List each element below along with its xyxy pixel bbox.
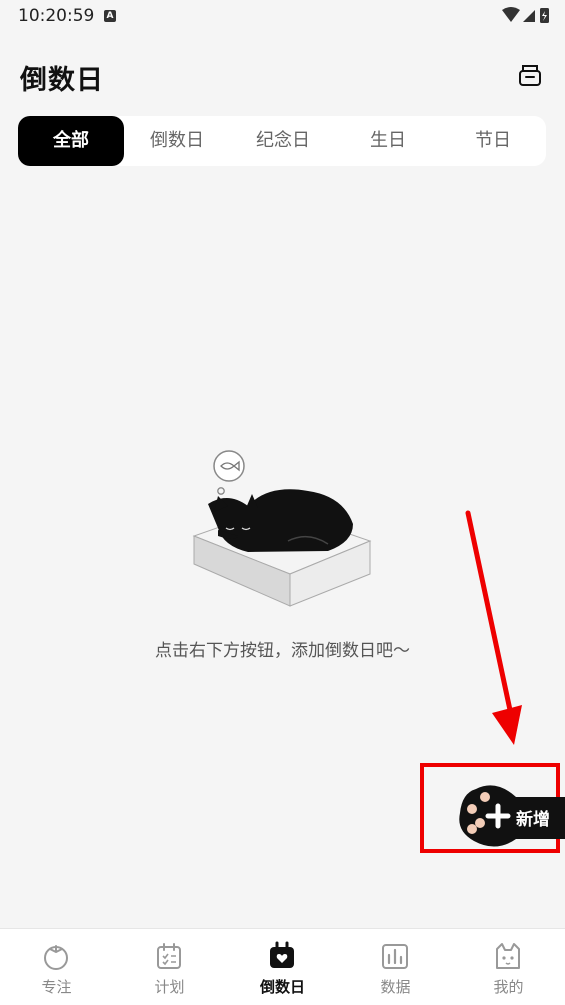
page-title: 倒数日 bbox=[20, 65, 104, 96]
bottom-nav: 专注 计划 倒数日 数据 我的 bbox=[0, 928, 565, 1005]
wifi-icon bbox=[502, 7, 520, 22]
tomato-icon bbox=[44, 945, 68, 970]
tab-countdown[interactable]: 倒数日 bbox=[124, 116, 230, 166]
nav-plan[interactable]: 计划 bbox=[113, 929, 226, 1005]
status-bar: 10:20:59 A bbox=[0, 0, 565, 34]
tab-holiday[interactable]: 节日 bbox=[440, 116, 546, 166]
add-button-label[interactable]: 新增 bbox=[516, 805, 550, 830]
nav-focus[interactable]: 专注 bbox=[0, 929, 113, 1005]
status-icons bbox=[502, 7, 549, 23]
tab-all[interactable]: 全部 bbox=[18, 116, 124, 166]
notification-icon: A bbox=[104, 10, 116, 22]
sleeping-cat-illustration bbox=[192, 450, 372, 607]
tab-birthday[interactable]: 生日 bbox=[336, 116, 440, 166]
paw-pad-icon bbox=[467, 804, 477, 814]
nav-countdown[interactable]: 倒数日 bbox=[226, 929, 339, 1005]
tab-anniversary[interactable]: 纪念日 bbox=[230, 116, 336, 166]
nav-me[interactable]: 我的 bbox=[452, 929, 565, 1005]
nav-label: 专注 bbox=[41, 978, 72, 996]
nav-label: 我的 bbox=[493, 978, 524, 996]
cat-face-icon bbox=[496, 943, 520, 969]
nav-label: 计划 bbox=[154, 978, 185, 996]
nav-label: 倒数日 bbox=[259, 978, 305, 996]
filter-tabs: 全部 倒数日 纪念日 生日 节日 bbox=[18, 116, 546, 166]
calendar-check-icon bbox=[157, 943, 181, 969]
calendar-heart-icon bbox=[270, 941, 294, 968]
status-time: 10:20:59 bbox=[18, 6, 95, 26]
arrow-down-icon bbox=[465, 510, 522, 745]
signal-icon bbox=[523, 10, 535, 22]
nav-data[interactable]: 数据 bbox=[339, 929, 452, 1005]
archive-icon[interactable] bbox=[517, 62, 543, 88]
bar-chart-icon bbox=[382, 944, 408, 969]
header: 倒数日 bbox=[0, 50, 565, 102]
nav-label: 数据 bbox=[380, 978, 411, 996]
